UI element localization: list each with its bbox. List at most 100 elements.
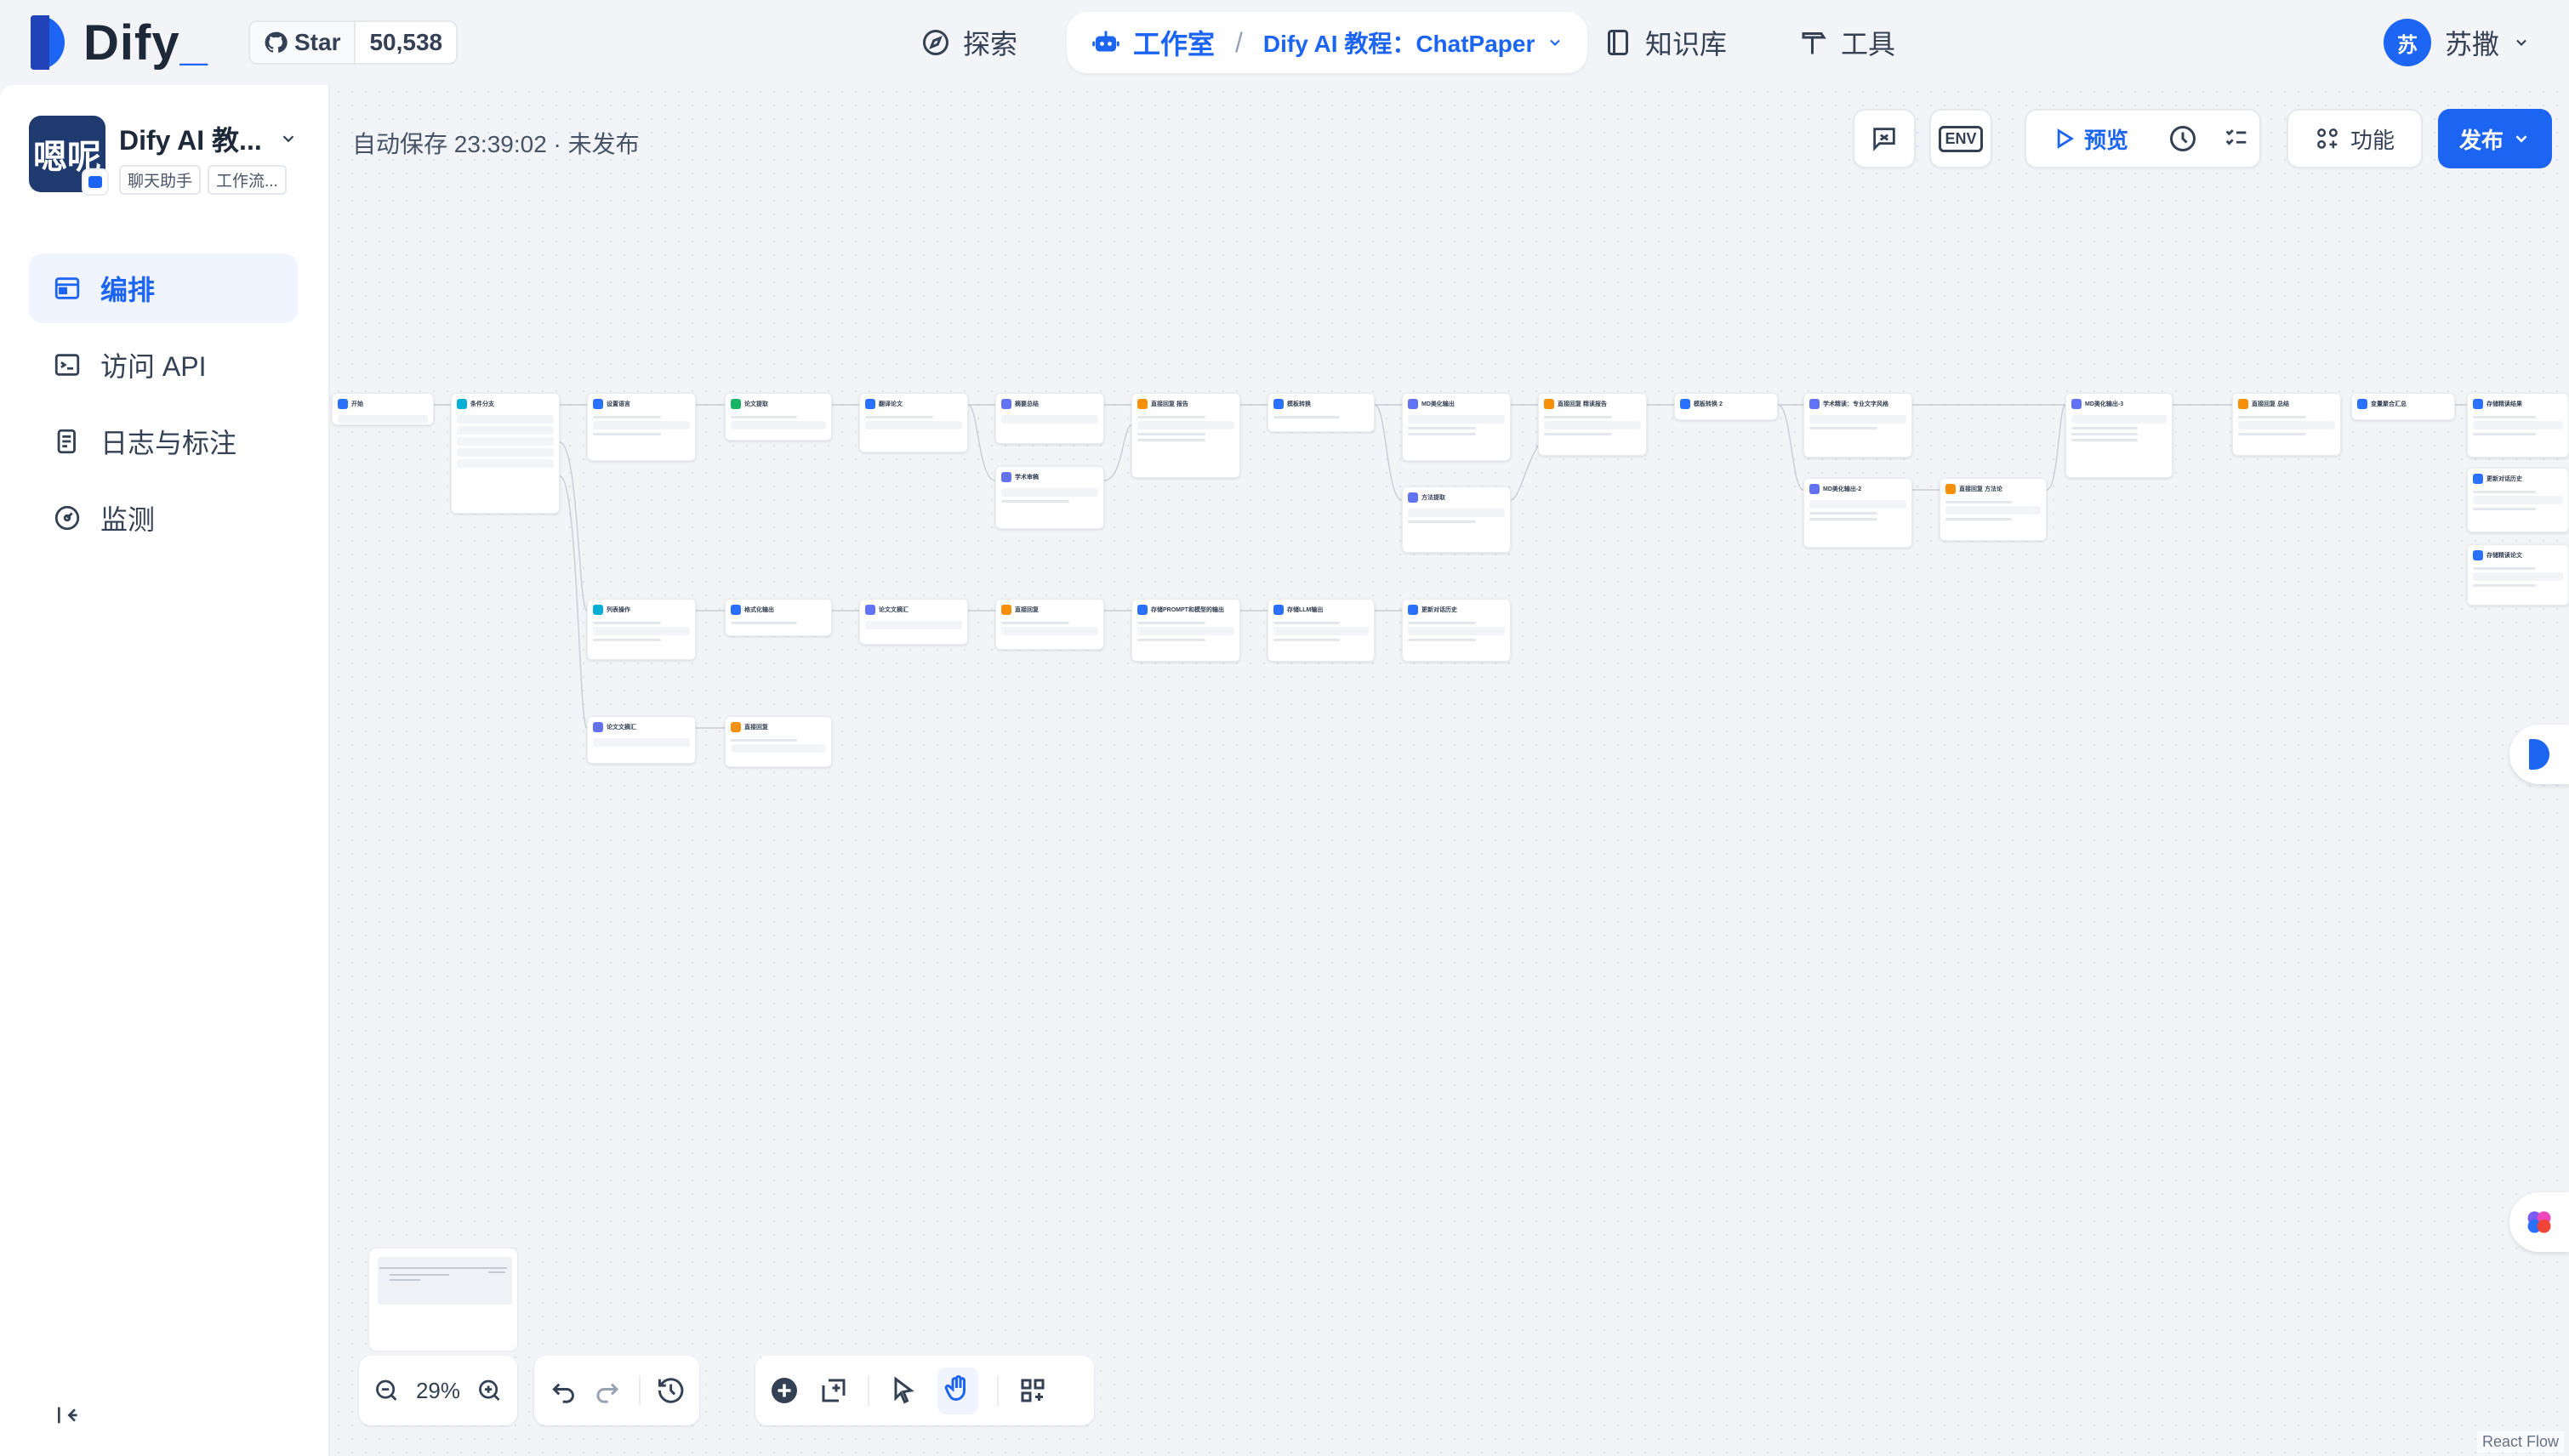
node-reply-method[interactable]: 直接回复 方法论 (1940, 478, 2047, 541)
node-start[interactable]: 开始 (332, 393, 434, 425)
node-paper-digest-2[interactable]: 论文文摘汇 (587, 716, 696, 764)
node-md-output-3[interactable]: MD美化输出-3 (2065, 393, 2173, 478)
github-star-button[interactable]: Star (250, 22, 356, 63)
github-icon (265, 31, 288, 53)
sidebar-item-logs[interactable]: 日志与标注 (29, 407, 298, 476)
pointer-icon[interactable] (888, 1375, 919, 1406)
nav-explore[interactable]: 探索 (920, 12, 1017, 73)
node-var-aggregate[interactable]: 变量聚合汇总 (2351, 393, 2455, 420)
log-icon (57, 429, 76, 454)
collapse-sidebar-icon[interactable] (54, 1402, 82, 1429)
llm-icon (2071, 399, 2082, 409)
node-reply[interactable]: 直接回复 (995, 599, 1104, 650)
node-store-deepread[interactable]: 存储精读结果 (2467, 393, 2569, 458)
node-update-history-2[interactable]: 更新对话历史 (1402, 599, 1511, 662)
node-list-operation[interactable]: 列表操作 (587, 599, 696, 660)
sidebar-item-api[interactable]: 访问 API (29, 330, 298, 400)
node-paper-extract[interactable]: 论文提取 (725, 393, 832, 441)
node-set-language[interactable]: 设置语言 (587, 393, 696, 461)
divider (868, 1375, 869, 1406)
chevron-down-icon[interactable] (279, 129, 298, 148)
node-md-output-2[interactable]: MD美化输出-2 (1803, 478, 1912, 548)
node-md-output[interactable]: MD美化输出 (1402, 393, 1511, 461)
sidebar-item-label: 编排 (100, 275, 156, 305)
github-star-label: Star (294, 29, 341, 55)
node-academic-deepread[interactable]: 学术精读：专业文字风格 (1803, 393, 1912, 458)
zoom-level[interactable]: 29% (416, 1378, 460, 1404)
node-store-paper[interactable]: 存储精读论文 (2467, 544, 2569, 606)
undo-icon[interactable] (548, 1375, 578, 1406)
react-flow-attribution[interactable]: React Flow (2476, 1431, 2564, 1453)
ai-brain-float[interactable] (2509, 1192, 2569, 1252)
history-controls (534, 1356, 699, 1425)
nav-knowledge[interactable]: 知识库 (1603, 12, 1727, 73)
chevron-down-icon[interactable] (1547, 34, 1564, 51)
add-node-icon[interactable] (769, 1375, 800, 1406)
node-format-output[interactable]: 格式化输出 (725, 599, 832, 636)
llm-icon (1809, 399, 1820, 409)
template-icon (1680, 399, 1690, 409)
zoom-out-icon[interactable] (373, 1375, 401, 1406)
assign-icon (1273, 605, 1284, 615)
node-reply-2[interactable]: 直接回复 (725, 716, 832, 767)
workflow-canvas[interactable]: 自动保存 23:39:02 · 未发布 ENV 预览 功能 发布 开始 条件分支… (332, 85, 2569, 1456)
github-star-widget[interactable]: Star 50,538 (248, 20, 459, 65)
branch-icon (457, 399, 467, 409)
minimap-viewport[interactable] (378, 1257, 512, 1305)
user-name: 苏撒 (2445, 29, 2500, 60)
add-note-icon[interactable] (818, 1375, 849, 1406)
minimap[interactable] (367, 1247, 519, 1352)
sidebar-item-monitor[interactable]: 监测 (29, 483, 298, 553)
nav-tools[interactable]: 工具 (1798, 12, 1895, 73)
assign-icon (2473, 474, 2483, 484)
node-condition[interactable]: 条件分支 (451, 393, 560, 514)
node-translate[interactable]: 翻译论文 (859, 393, 968, 452)
code-icon (593, 399, 603, 409)
node-template[interactable]: 模板转换 (1267, 393, 1375, 432)
monitor-icon (54, 505, 80, 531)
node-summary[interactable]: 摘要总结 (995, 393, 1104, 444)
zoom-in-icon[interactable] (476, 1375, 504, 1406)
app-title: Dify AI 教... (119, 119, 298, 158)
node-reply-deepread[interactable]: 直接回复 精读报告 (1538, 393, 1647, 456)
nav-studio[interactable]: 工作室 / Dify AI 教程：ChatPaper (1067, 12, 1588, 73)
llm-icon (1408, 492, 1418, 503)
node-store-prompt[interactable]: 存储PROMPT和模型的输出 (1131, 599, 1240, 662)
reply-icon (1544, 399, 1554, 409)
sidebar-item-label: 访问 API (100, 351, 207, 382)
node-update-history[interactable]: 更新对话历史 (2467, 468, 2569, 532)
llm-icon (1001, 472, 1011, 482)
current-app-selector[interactable]: Dify AI 教程：ChatPaper (1263, 26, 1535, 60)
layout-icon (54, 277, 80, 299)
dify-logo[interactable]: Dify_ (31, 15, 208, 71)
history-icon[interactable] (656, 1375, 686, 1406)
hammer-icon (1802, 32, 1826, 54)
node-paper-digest[interactable]: 论文文摘汇 (859, 599, 968, 645)
app-type-badge (82, 168, 109, 196)
sidebar-item-orchestrate[interactable]: 编排 (29, 253, 298, 323)
user-menu[interactable]: 苏 苏撒 (2384, 19, 2530, 66)
hand-tool-button[interactable] (937, 1367, 978, 1414)
node-method-extract[interactable]: 方法提取 (1402, 486, 1511, 553)
node-reply-report[interactable]: 直接回复 报告 (1131, 393, 1240, 478)
organize-blocks-icon[interactable] (1017, 1375, 1048, 1406)
sidebar-item-label: 监测 (100, 504, 156, 535)
node-store-llm[interactable]: 存储LLM输出 (1267, 599, 1375, 662)
redo-icon[interactable] (593, 1375, 623, 1406)
dify-assistant-float[interactable] (2509, 725, 2569, 784)
sidebar-menu: 编排 访问 API 日志与标注 监测 (29, 253, 298, 560)
translate-icon (865, 399, 875, 409)
chevron-down-icon (2516, 39, 2526, 46)
breadcrumb-separator: / (1235, 26, 1243, 58)
llm-icon (1001, 399, 1011, 409)
node-reply-summary[interactable]: 直接回复 总结 (2232, 393, 2341, 456)
compass-icon (923, 30, 948, 55)
brain-icon (2527, 1211, 2551, 1233)
node-academic-review[interactable]: 学术审稿 (995, 466, 1104, 529)
app-info-card[interactable]: 嗯呢 Dify AI 教... 聊天助手 工作流... (29, 116, 298, 196)
node-template-2[interactable]: 模板转换 2 (1674, 393, 1778, 420)
assign-icon (1137, 605, 1148, 615)
extract-icon (731, 399, 741, 409)
book-icon (1608, 30, 1628, 55)
template-icon (1273, 399, 1284, 409)
